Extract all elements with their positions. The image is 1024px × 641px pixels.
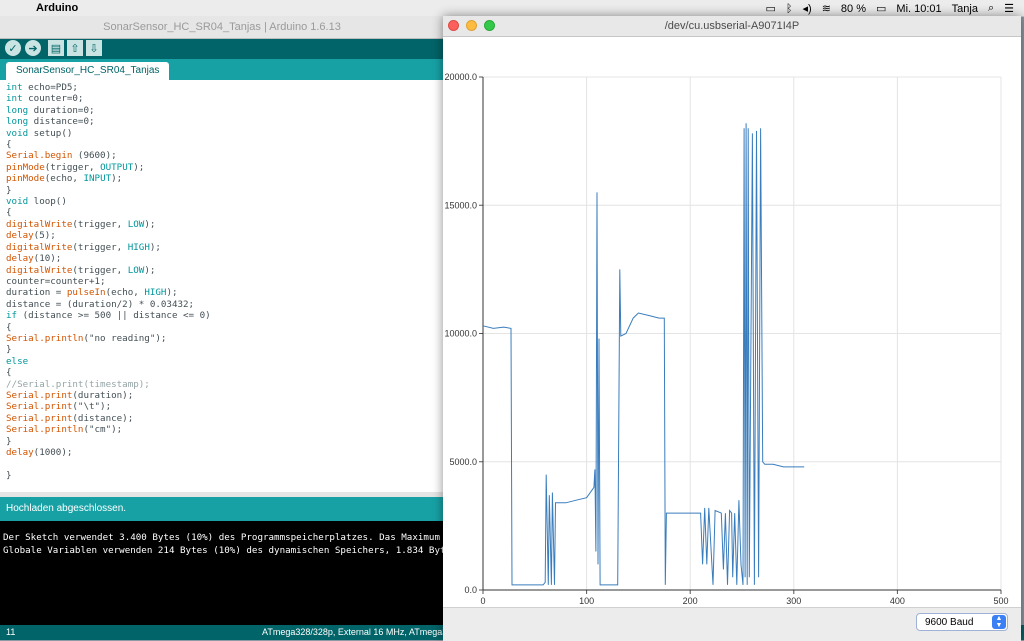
code-line: { xyxy=(6,207,12,219)
plotter-title-bar: /dev/cu.usbserial-A9071I4P xyxy=(443,16,1021,37)
upload-icon[interactable]: ➔ xyxy=(25,40,41,56)
code-line: Serial.print(duration); xyxy=(6,389,134,401)
code-editor[interactable]: int echo=PD5; int counter=0; long durati… xyxy=(0,80,444,492)
code-text[interactable]: int echo=PD5; int counter=0; long durati… xyxy=(6,82,211,481)
code-line: { xyxy=(6,367,12,379)
menu-app-name[interactable]: Arduino xyxy=(36,2,78,14)
save-sketch-icon[interactable]: ⇩ xyxy=(86,40,102,56)
data-series-line xyxy=(482,123,805,586)
code-line: int counter=0; xyxy=(6,93,84,105)
code-line: pinMode(trigger, OUTPUT); xyxy=(6,161,145,173)
code-line: delay(10); xyxy=(6,253,62,265)
code-line: digitalWrite(trigger, LOW); xyxy=(6,218,156,230)
code-line: //Serial.print(timestamp); xyxy=(6,378,150,390)
menu-extras: ▭ ᛒ ◂) ≋ 80 % ▭ Mi. 10:01 Tanja ⌕ ☰ xyxy=(766,2,1015,15)
code-line: delay(1000); xyxy=(6,447,73,458)
console-line: Der Sketch verwendet 3.400 Bytes (10%) d… xyxy=(3,532,444,543)
code-line: digitalWrite(trigger, HIGH); xyxy=(6,241,161,253)
y-tick-label: 0.0 xyxy=(464,585,477,595)
minimize-window-button[interactable] xyxy=(466,20,477,31)
code-line: void setup() xyxy=(6,127,73,139)
code-line: digitalWrite(trigger, LOW); xyxy=(6,264,156,276)
status-message: Hochladen abgeschlossen. xyxy=(0,497,444,521)
close-window-button[interactable] xyxy=(448,20,459,31)
code-line: else xyxy=(6,355,29,367)
code-line: duration = pulseIn(echo, HIGH); xyxy=(6,287,178,299)
code-line: Serial.print(distance); xyxy=(6,412,134,424)
macos-menu-bar: Arduino ▭ ᛒ ◂) ≋ 80 % ▭ Mi. 10:01 Tanja … xyxy=(0,0,1024,17)
y-tick-label: 10000.0 xyxy=(444,329,477,339)
code-line: long distance=0; xyxy=(6,116,95,128)
x-tick-label: 100 xyxy=(579,596,594,606)
code-line: distance = (duration/2) * 0.03432; xyxy=(6,298,195,310)
code-line: if (distance >= 500 || distance <= 0) xyxy=(6,310,211,322)
baud-rate-select[interactable]: 9600 Baud ▲ ▼ xyxy=(916,613,1008,631)
code-line: Serial.println("no reading"); xyxy=(6,332,167,344)
display-icon[interactable]: ▭ xyxy=(766,2,776,15)
plot-area: 0.0 5000.0 10000.0 15000.0 20000.0 0 100 200 300… xyxy=(443,37,1021,607)
tab-strip: SonarSensor_HC_SR04_Tanjas xyxy=(0,59,444,80)
code-line: } xyxy=(6,344,12,356)
line-chart: 0.0 5000.0 10000.0 15000.0 20000.0 0 100 200 300… xyxy=(444,72,1008,606)
code-line: int echo=PD5; xyxy=(6,82,78,93)
user-name[interactable]: Tanja xyxy=(952,3,978,15)
ide-window-title: SonarSensor_HC_SR04_Tanjas | Arduino 1.6… xyxy=(0,16,444,39)
code-line: Serial.begin (9600); xyxy=(6,150,117,162)
code-line: delay(5); xyxy=(6,230,56,242)
battery-percent[interactable]: 80 % xyxy=(841,3,866,15)
open-sketch-icon[interactable]: ⇧ xyxy=(67,40,83,56)
code-line: } xyxy=(6,184,12,196)
code-line: { xyxy=(6,139,12,151)
battery-icon[interactable]: ▭ xyxy=(876,2,886,15)
y-tick-label: 5000.0 xyxy=(449,457,477,467)
code-line: } xyxy=(6,435,12,447)
code-line: void loop() xyxy=(6,196,67,208)
clock[interactable]: Mi. 10:01 xyxy=(896,3,941,15)
code-line: { xyxy=(6,321,12,333)
x-tick-label: 200 xyxy=(683,596,698,606)
serial-plotter-window: /dev/cu.usbserial-A9071I4P 0.0 5000.0 1000… xyxy=(443,16,1021,641)
x-tick-label: 400 xyxy=(890,596,905,606)
footer-line-number: 11 xyxy=(6,627,16,637)
baud-rate-value: 9600 Baud xyxy=(925,617,974,628)
console-output[interactable]: Der Sketch verwendet 3.400 Bytes (10%) d… xyxy=(0,521,444,627)
zoom-window-button[interactable] xyxy=(484,20,495,31)
volume-icon[interactable]: ◂) xyxy=(803,2,812,15)
search-icon[interactable]: ⌕ xyxy=(988,2,994,15)
x-tick-label: 300 xyxy=(786,596,801,606)
plotter-window-title: /dev/cu.usbserial-A9071I4P xyxy=(664,20,800,32)
x-tick-label: 0 xyxy=(480,596,485,606)
editor-gutter xyxy=(0,80,5,492)
console-line: Globale Variablen verwenden 214 Bytes (1… xyxy=(3,545,444,556)
code-line: Serial.print("\t"); xyxy=(6,401,112,413)
plotter-bottom-bar: 9600 Baud ▲ ▼ xyxy=(443,607,1021,641)
y-tick-label: 15000.0 xyxy=(444,200,477,210)
code-line: long duration=0; xyxy=(6,104,95,116)
x-tick-label: 500 xyxy=(993,596,1008,606)
code-line: } xyxy=(6,469,12,481)
ide-toolbar: ✓ ➔ ▤ ⇧ ⇩ xyxy=(0,39,444,59)
verify-icon[interactable]: ✓ xyxy=(5,40,21,56)
y-tick-label: 20000.0 xyxy=(444,72,477,82)
menu-list-icon[interactable]: ☰ xyxy=(1004,2,1014,15)
tab-sketch[interactable]: SonarSensor_HC_SR04_Tanjas xyxy=(6,62,170,80)
code-line: pinMode(echo, INPUT); xyxy=(6,173,123,185)
select-arrows-icon: ▲ ▼ xyxy=(992,615,1006,629)
bluetooth-icon[interactable]: ᛒ xyxy=(786,3,793,15)
arduino-ide-window: SonarSensor_HC_SR04_Tanjas | Arduino 1.6… xyxy=(0,16,444,640)
code-line: Serial.println("cm"); xyxy=(6,424,123,436)
new-sketch-icon[interactable]: ▤ xyxy=(48,40,64,56)
code-line: counter=counter+1; xyxy=(6,275,106,287)
wifi-icon[interactable]: ≋ xyxy=(822,2,831,15)
